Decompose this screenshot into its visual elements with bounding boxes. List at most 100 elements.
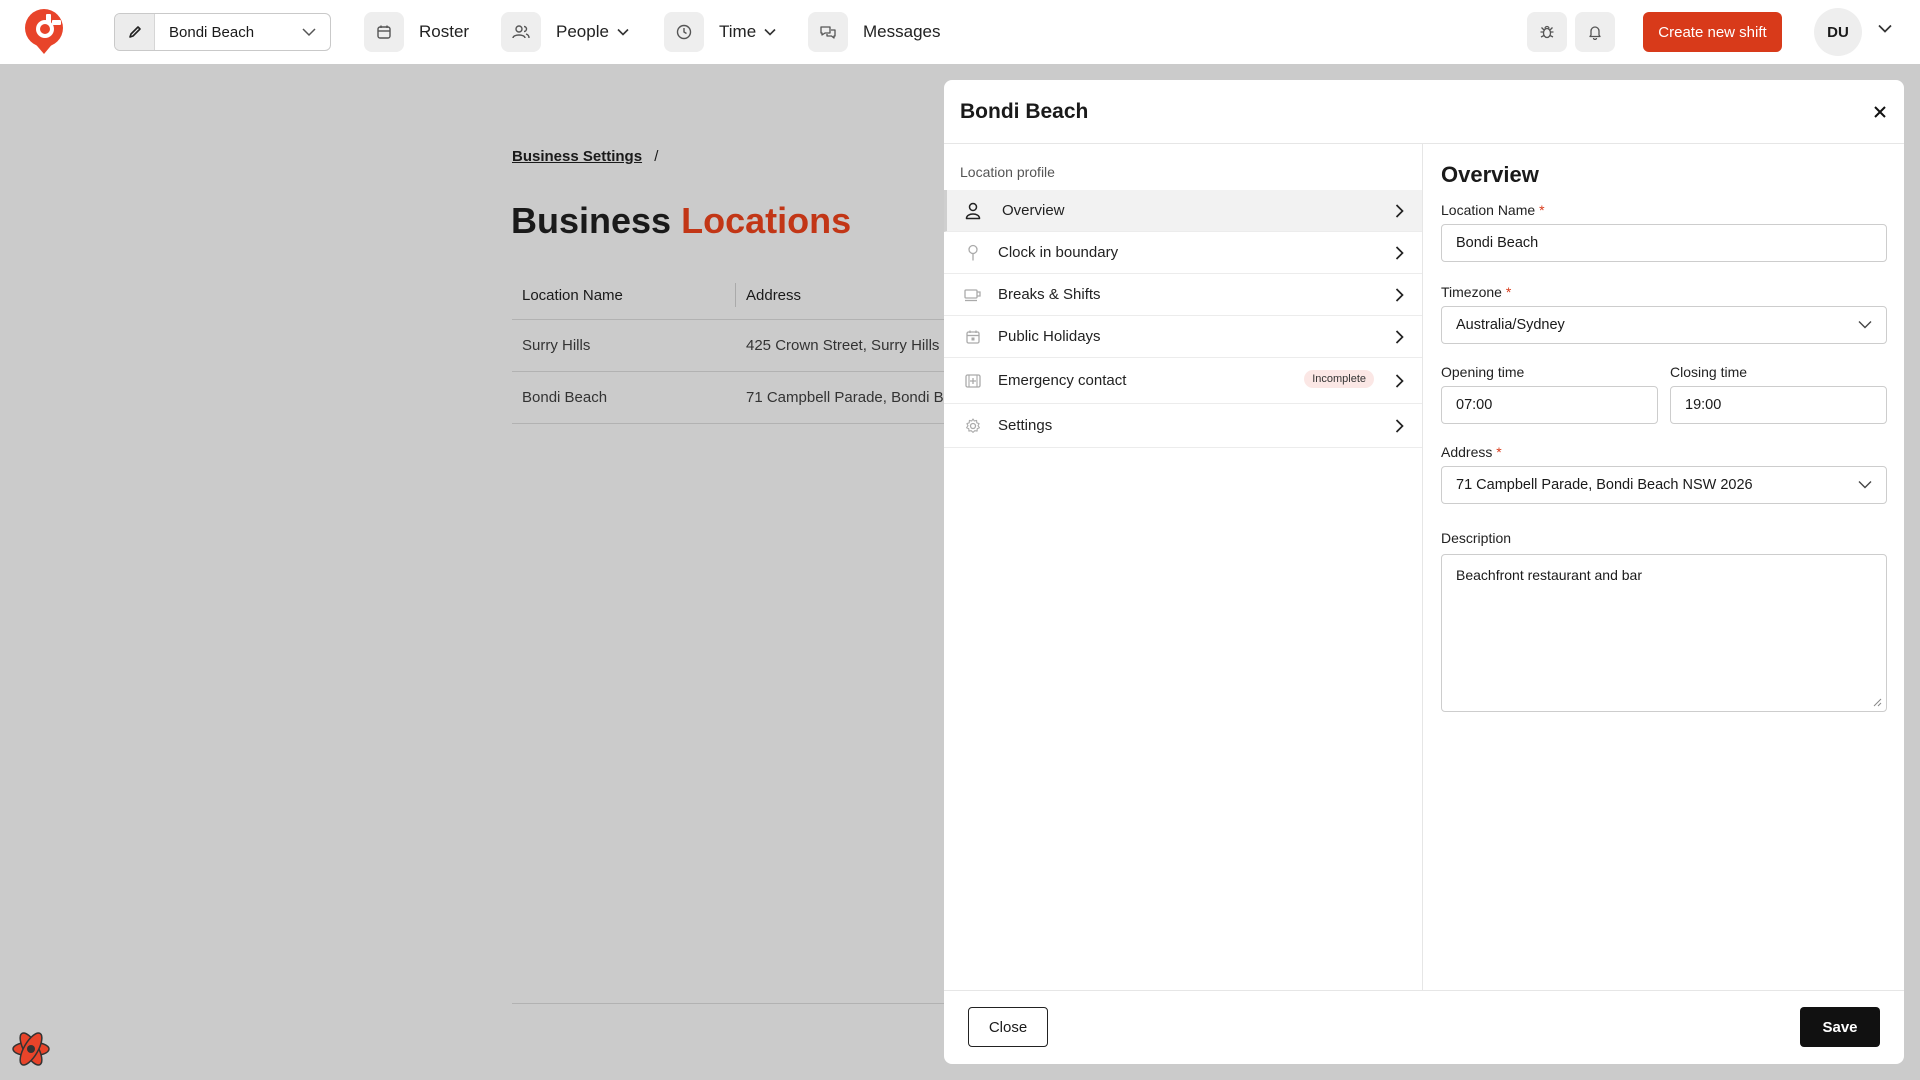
- breadcrumb: Business Settings /: [512, 148, 658, 165]
- nav-time[interactable]: Time: [664, 12, 776, 52]
- required-mark: *: [1505, 284, 1512, 300]
- closing-time-group: Closing time 19:00: [1670, 364, 1887, 424]
- table-cell: Bondi Beach: [522, 389, 608, 406]
- menu-item-settings[interactable]: Settings: [944, 404, 1422, 448]
- menu-item-label: Overview: [1002, 202, 1065, 219]
- page-title-part2: Locations: [681, 200, 852, 241]
- location-name-input[interactable]: Bondi Beach: [1441, 224, 1887, 262]
- chevron-down-icon: [617, 28, 629, 36]
- create-new-shift-button[interactable]: Create new shift: [1643, 12, 1782, 52]
- breadcrumb-separator: /: [654, 148, 659, 165]
- chevron-right-icon: [1395, 246, 1404, 260]
- save-button[interactable]: Save: [1800, 1007, 1880, 1047]
- hours-row: Opening time 07:00 Closing time 19:00: [1441, 364, 1887, 424]
- coffee-icon: [964, 288, 982, 302]
- top-navigation-bar: Bondi Beach Roster People Time Messages …: [0, 0, 1920, 64]
- table-cell: 71 Campbell Parade, Bondi Beach NSW 2026: [746, 389, 972, 406]
- pin-icon: [964, 244, 982, 262]
- react-devtools-icon[interactable]: [10, 1028, 52, 1070]
- nav-people-label: People: [556, 22, 609, 41]
- page-title: Business Locations: [511, 200, 851, 242]
- chevron-right-icon: [1395, 330, 1404, 344]
- chat-icon: [808, 12, 848, 52]
- notifications-button[interactable]: [1575, 12, 1615, 52]
- input-value: 07:00: [1456, 397, 1493, 413]
- menu-item-overview[interactable]: Overview: [944, 190, 1422, 232]
- description-label: Description: [1441, 530, 1512, 546]
- menu-item-label: Clock in boundary: [998, 244, 1119, 261]
- overview-form: Overview Location Name * Bondi Beach Tim…: [1424, 144, 1904, 990]
- menu-item-label: Breaks & Shifts: [998, 286, 1101, 303]
- bell-icon: [1589, 26, 1601, 40]
- column-header-address[interactable]: Address: [736, 287, 972, 304]
- bug-report-button[interactable]: [1527, 12, 1567, 52]
- nav-messages-label: Messages: [863, 22, 941, 41]
- avatar[interactable]: DU: [1814, 8, 1862, 56]
- required-mark: *: [1539, 202, 1545, 218]
- bug-icon: [1540, 25, 1554, 39]
- nav-roster-label: Roster: [419, 22, 470, 41]
- menu-item-emergency-contact[interactable]: Emergency contact Incomplete: [944, 358, 1422, 404]
- select-value: Australia/Sydney: [1456, 317, 1565, 333]
- app-logo[interactable]: [24, 8, 66, 56]
- field-label-text: Address: [1441, 444, 1493, 460]
- location-selector-value: Bondi Beach: [169, 23, 255, 41]
- user-icon: [964, 202, 982, 220]
- modal-title: Bondi Beach: [960, 99, 1089, 123]
- calendar-icon: [364, 12, 404, 52]
- menu-item-breaks-shifts[interactable]: Breaks & Shifts: [944, 274, 1422, 316]
- resize-grip-icon[interactable]: [1872, 697, 1882, 707]
- table-cell: 425 Crown Street, Surry Hills NSW 2010: [746, 337, 972, 354]
- description-textarea[interactable]: Beachfront restaurant and bar: [1441, 554, 1887, 712]
- nav-people[interactable]: People: [501, 12, 629, 52]
- chevron-down-icon: [764, 28, 776, 36]
- closing-time-input[interactable]: 19:00: [1670, 386, 1887, 424]
- modal-header: Bondi Beach: [944, 80, 1904, 144]
- table-header: Location Name Address: [512, 272, 972, 320]
- nav-roster[interactable]: Roster: [364, 12, 469, 52]
- location-selector[interactable]: Bondi Beach: [114, 13, 331, 51]
- chevron-right-icon: [1395, 204, 1404, 218]
- required-mark: *: [1496, 444, 1502, 460]
- select-value: 71 Campbell Parade, Bondi Beach NSW 2026: [1456, 477, 1753, 493]
- close-icon[interactable]: [1870, 102, 1890, 122]
- chevron-down-icon: [1858, 481, 1872, 489]
- input-value: 19:00: [1685, 397, 1722, 413]
- column-header-location-name[interactable]: Location Name: [512, 283, 736, 307]
- opening-time-label: Opening time: [1441, 364, 1525, 380]
- page-title-part1: Business: [511, 200, 672, 241]
- menu-item-label: Public Holidays: [998, 328, 1101, 345]
- chevron-right-icon: [1395, 419, 1404, 433]
- chevron-right-icon: [1395, 374, 1404, 388]
- input-value: Bondi Beach: [1456, 235, 1539, 251]
- nav-time-label: Time: [719, 22, 757, 41]
- textarea-value: Beachfront restaurant and bar: [1456, 567, 1643, 583]
- menu-item-clock-in-boundary[interactable]: Clock in boundary: [944, 232, 1422, 274]
- timezone-select[interactable]: Australia/Sydney: [1441, 306, 1887, 344]
- opening-time-group: Opening time 07:00: [1441, 364, 1658, 424]
- chevron-down-icon[interactable]: [1878, 24, 1892, 33]
- table-row[interactable]: Bondi Beach 71 Campbell Parade, Bondi Be…: [512, 372, 972, 424]
- menu-item-label: Settings: [998, 417, 1053, 434]
- people-icon: [501, 12, 541, 52]
- nav-messages[interactable]: Messages: [808, 12, 940, 52]
- menu-item-public-holidays[interactable]: Public Holidays: [944, 316, 1422, 358]
- location-profile-modal: Bondi Beach Location profile Overview Cl…: [944, 80, 1904, 1064]
- table-row[interactable]: Surry Hills 425 Crown Street, Surry Hill…: [512, 320, 972, 372]
- address-label: Address *: [1441, 444, 1887, 460]
- field-label-text: Location Name: [1441, 202, 1536, 218]
- locations-table: Location Name Address Surry Hills 425 Cr…: [512, 272, 972, 424]
- opening-time-input[interactable]: 07:00: [1441, 386, 1658, 424]
- section-label: Location profile: [960, 164, 1055, 180]
- closing-time-label: Closing time: [1670, 364, 1748, 380]
- timezone-label: Timezone *: [1441, 284, 1887, 300]
- table-cell: Surry Hills: [522, 337, 591, 354]
- clock-icon: [664, 12, 704, 52]
- pencil-icon[interactable]: [115, 14, 155, 50]
- close-button[interactable]: Close: [968, 1007, 1048, 1047]
- chevron-down-icon: [1858, 321, 1872, 329]
- profile-menu: Location profile Overview Clock in bound…: [944, 144, 1423, 990]
- chevron-right-icon: [1395, 288, 1404, 302]
- breadcrumb-link-business-settings[interactable]: Business Settings: [512, 148, 642, 165]
- address-select[interactable]: 71 Campbell Parade, Bondi Beach NSW 2026: [1441, 466, 1887, 504]
